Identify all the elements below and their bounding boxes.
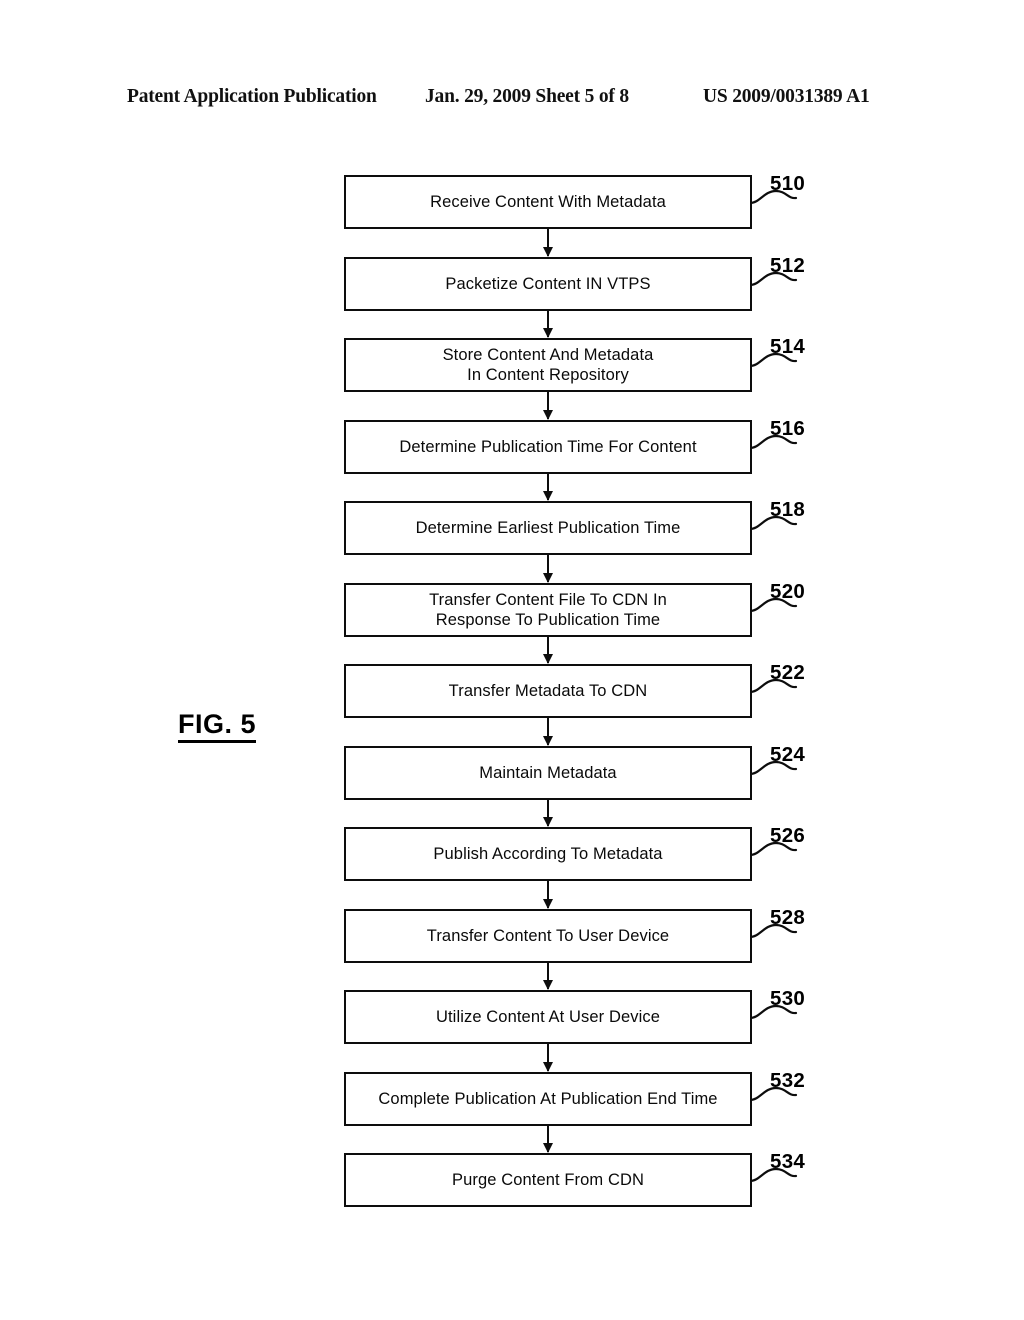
flow-step-label-522: Transfer Metadata To CDN [448,682,648,700]
reference-number-528: 528 [770,905,806,929]
flow-step-516: Determine Publication Time For Content [344,419,752,474]
flow-step-label-534: Purge Content From CDN [451,1171,644,1189]
flow-connector-524-to-526 [547,799,550,826]
flow-step-522: Transfer Metadata To CDN [344,664,752,718]
flow-step-label-530: Utilize Content At User Device [435,1008,660,1026]
flow-step-526: Publish According To Metadata [344,827,752,881]
flow-step-label-518: Determine Earliest Publication Time [415,519,681,537]
reference-number-520: 520 [770,579,806,603]
flow-step-534: Purge Content From CDN [344,1153,752,1207]
flow-connector-510-to-512 [547,229,550,256]
reference-number-512: 512 [770,253,806,277]
reference-number-532: 532 [770,1068,806,1092]
reference-number-514: 514 [770,335,806,358]
flow-step-524: Maintain Metadata [344,745,752,800]
flow-connector-516-to-518 [547,473,550,500]
flow-connector-528-to-530 [547,962,550,989]
flow-step-532: Complete Publication At Publication End … [344,1071,752,1126]
flow-step-label-532: Complete Publication At Publication End … [378,1089,718,1108]
flow-step-514: Store Content And Metadata In Content Re… [344,338,752,392]
flow-step-510: Receive Content With Metadata [344,175,752,229]
flow-connector-518-to-520 [547,555,550,582]
reference-number-518: 518 [770,498,806,521]
flow-step-label-520: Transfer Content File To CDN In Response… [429,590,667,629]
flow-step-518: Determine Earliest Publication Time [344,501,752,555]
reference-number-522: 522 [770,661,806,684]
flow-step-label-514: Store Content And Metadata In Content Re… [442,346,654,384]
flow-step-530: Utilize Content At User Device [344,990,752,1044]
reference-number-534: 534 [770,1150,806,1173]
reference-number-526: 526 [770,824,806,847]
reference-number-524: 524 [770,742,806,766]
flowchart-diagram: Receive Content With Metadata 510 Packetiz… [0,0,1024,1320]
flow-connector-514-to-516 [547,392,550,419]
flow-step-label-526: Publish According To Metadata [433,845,663,863]
flow-connector-520-to-522 [547,636,550,663]
flow-step-520: Transfer Content File To CDN In Response… [344,582,752,637]
flow-step-label-512: Packetize Content IN VTPS [445,274,651,293]
reference-number-510: 510 [770,172,806,195]
flow-connector-532-to-534 [547,1125,550,1152]
flow-step-528: Transfer Content To User Device [344,908,752,963]
reference-number-530: 530 [770,987,806,1010]
flow-step-label-510: Receive Content With Metadata [430,193,666,211]
reference-number-516: 516 [770,416,806,440]
flow-step-label-528: Transfer Content To User Device [426,926,670,945]
flow-connector-530-to-532 [547,1044,550,1071]
flow-connector-512-to-514 [547,310,550,337]
flow-connector-526-to-528 [547,881,550,908]
flow-step-label-516: Determine Publication Time For Content [399,437,697,456]
flow-step-label-524: Maintain Metadata [479,763,617,782]
flow-step-512: Packetize Content IN VTPS [344,256,752,311]
flow-connector-522-to-524 [547,718,550,745]
